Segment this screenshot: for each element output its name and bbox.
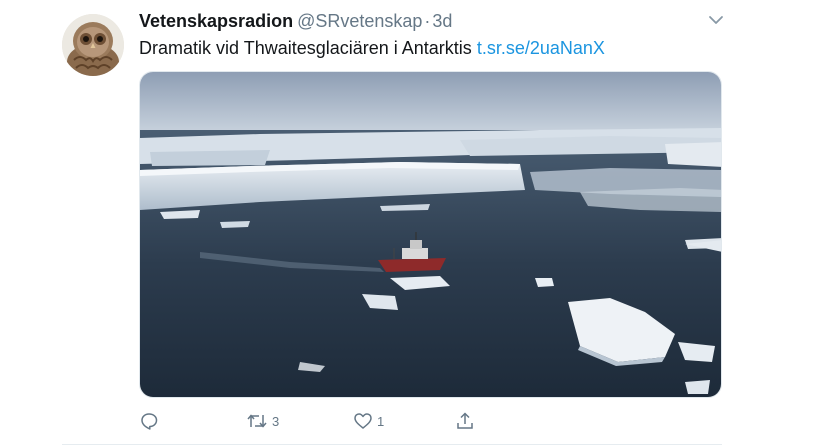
share-button[interactable] xyxy=(455,409,479,433)
tweet-header: Vetenskapsradion @SRvetenskap · 3d xyxy=(139,10,452,32)
media-photo[interactable] xyxy=(139,71,722,398)
owl-avatar-icon xyxy=(62,14,124,76)
chevron-down-icon xyxy=(709,16,723,24)
tweet-link[interactable]: t.sr.se/2uaNanX xyxy=(477,38,605,58)
tweet: Vetenskapsradion @SRvetenskap · 3d Dramatik… xyxy=(0,0,840,447)
tweet-actions: 3 1 xyxy=(139,409,739,433)
reply-button[interactable] xyxy=(139,409,163,433)
tweet-text: Dramatik vid Thwaitesglaciären i Antarkt… xyxy=(139,36,605,60)
retweet-icon xyxy=(247,414,267,428)
like-button[interactable]: 1 xyxy=(353,409,384,433)
display-name[interactable]: Vetenskapsradion xyxy=(139,11,293,31)
tweet-menu-button[interactable] xyxy=(706,12,726,28)
retweet-button[interactable]: 3 xyxy=(246,409,279,433)
like-count: 1 xyxy=(377,413,385,429)
separator-dot: · xyxy=(424,11,431,31)
handle[interactable]: @SRvetenskap xyxy=(297,11,422,31)
tweet-body: Dramatik vid Thwaitesglaciären i Antarkt… xyxy=(139,38,472,58)
reply-icon xyxy=(141,413,158,430)
share-icon xyxy=(457,412,473,429)
divider xyxy=(62,444,722,445)
heart-icon xyxy=(354,413,372,429)
timestamp[interactable]: 3d xyxy=(432,11,452,31)
retweet-count: 3 xyxy=(272,413,280,429)
antarctic-photo xyxy=(140,72,721,397)
avatar[interactable] xyxy=(62,14,124,76)
